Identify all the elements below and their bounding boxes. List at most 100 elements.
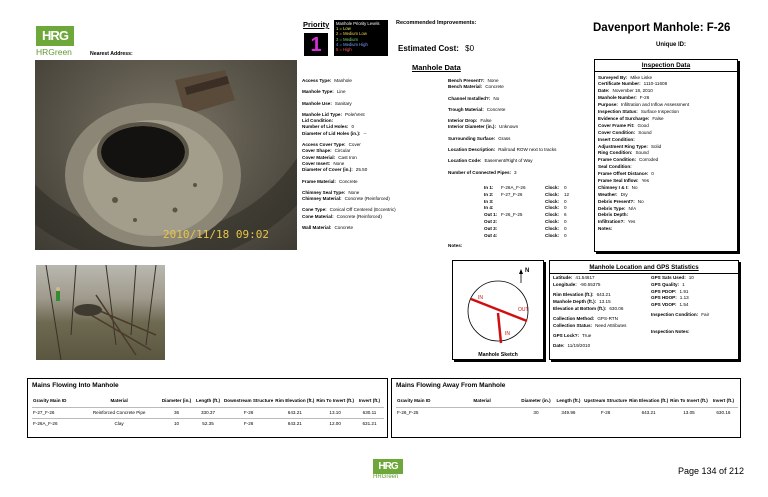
field-row: Wall Material: Concrete xyxy=(302,225,442,231)
table-cell: 631.21 xyxy=(362,421,377,427)
footer-logo-text: HRGreen xyxy=(373,474,399,480)
field-label: Manhole Depth (ft.): xyxy=(553,299,597,305)
manhole-data-right: Bench Present?: None Bench Material: Concre… xyxy=(448,78,593,176)
field-row: Access Type: Manhole xyxy=(302,78,442,84)
column-header: Invert (ft.) xyxy=(712,397,734,403)
field-label: Date: xyxy=(598,88,610,94)
pipe-id: F-26A_F-26 xyxy=(501,185,526,190)
field-row: Elevation at Bottom (ft.): 630.06 xyxy=(553,306,653,312)
field-value: Easement/Right of Way xyxy=(484,158,533,164)
field-row: Diameter of Lid Holes (in.): -- xyxy=(302,131,442,137)
unique-id-label: Unique ID: xyxy=(656,42,686,48)
field-value: F-26 xyxy=(639,95,650,101)
field-label: Lid Condition: xyxy=(302,118,334,124)
field-value: 25.50 xyxy=(355,167,368,173)
manhole-notes-label: Notes: xyxy=(448,243,463,248)
field-row: Collection Method: GPS-RTN xyxy=(553,316,653,322)
field-value: None xyxy=(487,78,499,83)
pipe-row: Out 3: Clock: 0 xyxy=(484,226,596,233)
field-label: Ring Condition: xyxy=(598,150,633,156)
field-value: Sound xyxy=(635,150,649,156)
table-row: F-27_F-26 Reinforced Concrete Pipe 36 330.3… xyxy=(32,407,384,418)
table-cell: F-26 xyxy=(243,421,254,427)
field-label: Cone Material: xyxy=(302,213,334,219)
field-value: 1.91 xyxy=(679,288,689,294)
table-cell: F-26 xyxy=(243,410,254,415)
table-cell: 643.21 xyxy=(287,421,302,427)
field-value: Concrete xyxy=(334,225,354,231)
clock-value: 0 xyxy=(564,198,567,204)
pipe-row: Out 2: Clock: 0 xyxy=(484,219,596,226)
field-row: Location Code: Easement/Right of Way xyxy=(448,158,593,164)
field-value: Yes xyxy=(627,219,636,225)
field-value: Concrete (Reinforced) xyxy=(344,196,390,202)
clock-label: Clock: xyxy=(545,191,560,197)
clock-label: Clock: xyxy=(545,232,560,238)
field-row: Certificate Number: 1110-11608 xyxy=(598,81,734,87)
clock-label: Clock: xyxy=(545,185,560,190)
pipe-label: In 4: xyxy=(484,205,494,211)
field-label: Chimney Material: xyxy=(302,196,342,202)
clock-label: Clock: xyxy=(545,205,560,211)
mains-away-table: Gravity Main ID Material Diameter (in.) Len… xyxy=(396,394,738,418)
pipe-row: In 4: Clock: 0 xyxy=(484,205,596,212)
field-value: 13.15 xyxy=(599,299,611,305)
field-row: Interior Diameter (in.): Unknown xyxy=(448,124,593,130)
field-value: Concrete xyxy=(485,84,504,90)
field-label: Surrounding Surface: xyxy=(448,135,496,141)
table-cell: 630.16 xyxy=(716,410,731,416)
field-value: Manhole xyxy=(334,78,352,83)
field-value: Need Attributes xyxy=(595,322,627,328)
field-label: Manhole Type: xyxy=(302,89,334,95)
field-value: November 18, 2010 xyxy=(612,88,653,94)
field-row: GPS Lock?: True xyxy=(553,333,653,339)
field-value: 10 xyxy=(688,275,694,281)
priority-indicator: 1 xyxy=(304,33,328,56)
field-label: Cover Shape: xyxy=(302,148,332,154)
field-label: Frame Seal Inflow: xyxy=(598,177,639,183)
clock-label: Clock: xyxy=(545,198,560,204)
field-value: 1.13 xyxy=(679,295,689,301)
field-label: Location Code: xyxy=(448,158,482,164)
field-row: Seal Condition: xyxy=(598,164,734,170)
manhole-interior-photo: 2010/11/18 09:02 xyxy=(35,60,297,250)
field-label: Chimney Seal Type: xyxy=(302,189,346,195)
clock-value: 0 xyxy=(564,232,567,238)
pipe-row: In 2: F-27_F-26 Clock: 12 xyxy=(484,192,596,199)
field-label: Infiltration?: xyxy=(598,219,625,225)
pipe-row: In 3: Clock: 0 xyxy=(484,199,596,206)
field-label: Access Cover Type: xyxy=(302,142,346,148)
column-header: Rim To Invert (ft.) xyxy=(670,397,708,403)
field-value: 0 xyxy=(351,124,355,130)
table-cell: 30 xyxy=(533,410,539,416)
field-label: Insert Condition: xyxy=(598,136,635,142)
field-row: Chimney I & I: No xyxy=(598,185,734,191)
inspection-data-box: Inspection Data Surveyed By: Mike Liske Ce… xyxy=(594,59,738,252)
field-label: GPS HDOP: xyxy=(651,295,677,301)
field-value: Surface Inspection xyxy=(640,109,679,115)
field-row: Debris Type: N/A xyxy=(598,206,734,212)
pipe-label: Out 2: xyxy=(484,218,498,224)
field-row: GPS VDOP: 1.54 xyxy=(651,302,739,308)
connected-pipes: In 1: F-26A_F-26 Clock: 0 In 2: F-27_F-26 Cloc… xyxy=(484,185,596,239)
field-label: Diameter of Cover (in.): xyxy=(302,167,353,173)
column-header: Gravity Main ID xyxy=(33,397,67,403)
field-row: Ring Condition: Sound xyxy=(598,150,734,156)
field-value: Concrete (Reinforced) xyxy=(336,213,382,219)
field-row: Notes: xyxy=(598,226,734,232)
column-header: Material xyxy=(110,397,128,403)
field-label: Bench Present?: xyxy=(448,78,485,83)
table-cell: 36 xyxy=(173,410,180,415)
field-row: Location Description: Railroad ROW next t… xyxy=(448,147,593,153)
field-row: Manhole Depth (ft.): 13.15 xyxy=(553,299,653,305)
manhole-sketch-box: N IN OUT IN Manhole Sketch xyxy=(452,260,544,360)
field-row: Inspection Notes: xyxy=(651,329,739,335)
field-value: 1110-11608 xyxy=(643,81,668,87)
field-label: Chimney I & I: xyxy=(598,184,629,190)
photo-timestamp: 2010/11/18 09:02 xyxy=(163,228,269,241)
field-label: Frame Condition: xyxy=(598,157,637,163)
field-row: Frame Offset Distance: 0 xyxy=(598,171,734,177)
field-label: Elevation at Bottom (ft.): xyxy=(553,305,607,311)
pipe-label: In 2: xyxy=(484,191,494,197)
clock-label: Clock: xyxy=(545,212,560,218)
